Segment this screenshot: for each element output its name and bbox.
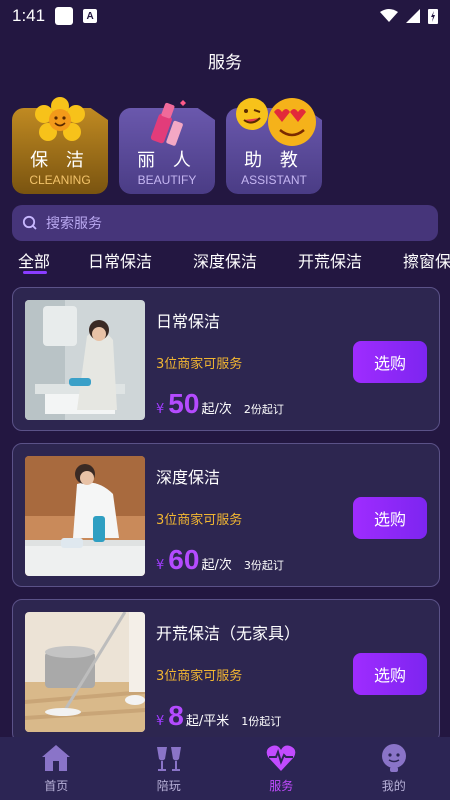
price-row: ¥ 50 起/次 2份起订 [156, 390, 284, 418]
category-assistant[interactable]: 助 教 ASSISTANT [226, 96, 322, 194]
emoji-icon [236, 98, 316, 146]
search-icon [22, 215, 37, 230]
service-photo [25, 456, 145, 576]
service-name: 深度保洁 [156, 468, 221, 487]
nav-label: 我的 [381, 779, 406, 793]
nav-companion[interactable]: 陪玩 [113, 737, 226, 800]
signal-icon [406, 9, 420, 23]
profile-icon [381, 744, 406, 772]
buy-button[interactable]: 选购 [353, 653, 427, 695]
category-label: 丽 人 [137, 150, 197, 171]
battery-icon [428, 9, 438, 24]
service-photo [25, 612, 145, 732]
currency-symbol: ¥ [156, 558, 165, 573]
price-unit: 起/次 [201, 402, 232, 417]
price-row: ¥ 60 起/次 3份起订 [156, 546, 284, 574]
smiling-flower-icon [35, 97, 85, 141]
service-name: 日常保洁 [156, 312, 221, 331]
heart-pulse-icon [266, 745, 296, 771]
tab-window-cleaning[interactable]: 擦窗保 [403, 248, 450, 272]
vendor-count: 3位商家可服务 [156, 669, 243, 684]
price-unit: 起/平米 [185, 714, 230, 729]
home-icon [42, 745, 71, 771]
status-bar: 1:41 A [0, 0, 450, 32]
min-order: 3份起订 [243, 559, 284, 572]
currency-symbol: ¥ [156, 402, 165, 417]
min-order: 2份起订 [243, 403, 284, 416]
cheers-icon [156, 747, 181, 771]
category-beautify[interactable]: 丽 人 BEAUTIFY [119, 96, 215, 194]
tab-deep-cleaning[interactable]: 深度保洁 [193, 248, 257, 272]
nav-label: 陪玩 [156, 779, 181, 793]
notification-icon [55, 7, 74, 25]
page-title: 服务 [208, 53, 242, 73]
category-label: 保 洁 [30, 150, 90, 171]
price-unit: 起/次 [201, 558, 232, 573]
price-row: ¥ 8 起/平米 1份起订 [156, 702, 281, 730]
service-name: 开荒保洁（无家具） [156, 624, 301, 643]
nav-label: 服务 [269, 779, 294, 793]
nav-profile[interactable]: 我的 [338, 737, 450, 800]
service-photo [25, 300, 145, 420]
category-sublabel: ASSISTANT [241, 173, 307, 187]
category-label: 助 教 [244, 150, 304, 171]
wifi-icon [380, 9, 398, 22]
price-value: 50 [168, 388, 200, 419]
bottom-nav: 首页 陪玩 服务 我的 [0, 737, 450, 800]
category-cleaning[interactable]: 保 洁 CLEANING [12, 96, 108, 194]
search-input[interactable]: 搜索服务 [12, 205, 438, 241]
vendor-count: 3位商家可服务 [156, 513, 243, 528]
tab-initial-cleaning[interactable]: 开荒保洁 [298, 248, 362, 272]
service-card[interactable]: 日常保洁 3位商家可服务 ¥ 50 起/次 2份起订 选购 [12, 287, 440, 431]
buy-button[interactable]: 选购 [353, 341, 427, 383]
nav-services[interactable]: 服务 [225, 737, 338, 800]
nav-label: 首页 [44, 779, 69, 793]
tab-daily-cleaning[interactable]: 日常保洁 [88, 248, 152, 272]
price-value: 60 [168, 544, 200, 575]
price-value: 8 [168, 700, 184, 731]
tab-all[interactable]: 全部 [18, 248, 50, 272]
category-sublabel: CLEANING [29, 173, 91, 187]
currency-symbol: ¥ [156, 714, 165, 729]
search-placeholder: 搜索服务 [46, 216, 102, 232]
service-card[interactable]: 深度保洁 3位商家可服务 ¥ 60 起/次 3份起订 选购 [12, 443, 440, 587]
active-tab-indicator [23, 271, 47, 274]
category-sublabel: BEAUTIFY [137, 173, 197, 187]
service-card[interactable]: 开荒保洁（无家具） 3位商家可服务 ¥ 8 起/平米 1份起订 选购 [12, 599, 440, 743]
lipstick-icon [150, 100, 186, 146]
app-a-icon: A [83, 9, 98, 23]
category-tabs: 全部 日常保洁 深度保洁 开荒保洁 擦窗保 [0, 248, 450, 280]
vendor-count: 3位商家可服务 [156, 357, 243, 372]
status-time: 1:41 [12, 6, 46, 25]
min-order: 1份起订 [241, 715, 282, 728]
nav-home[interactable]: 首页 [0, 737, 113, 800]
buy-button[interactable]: 选购 [353, 497, 427, 539]
